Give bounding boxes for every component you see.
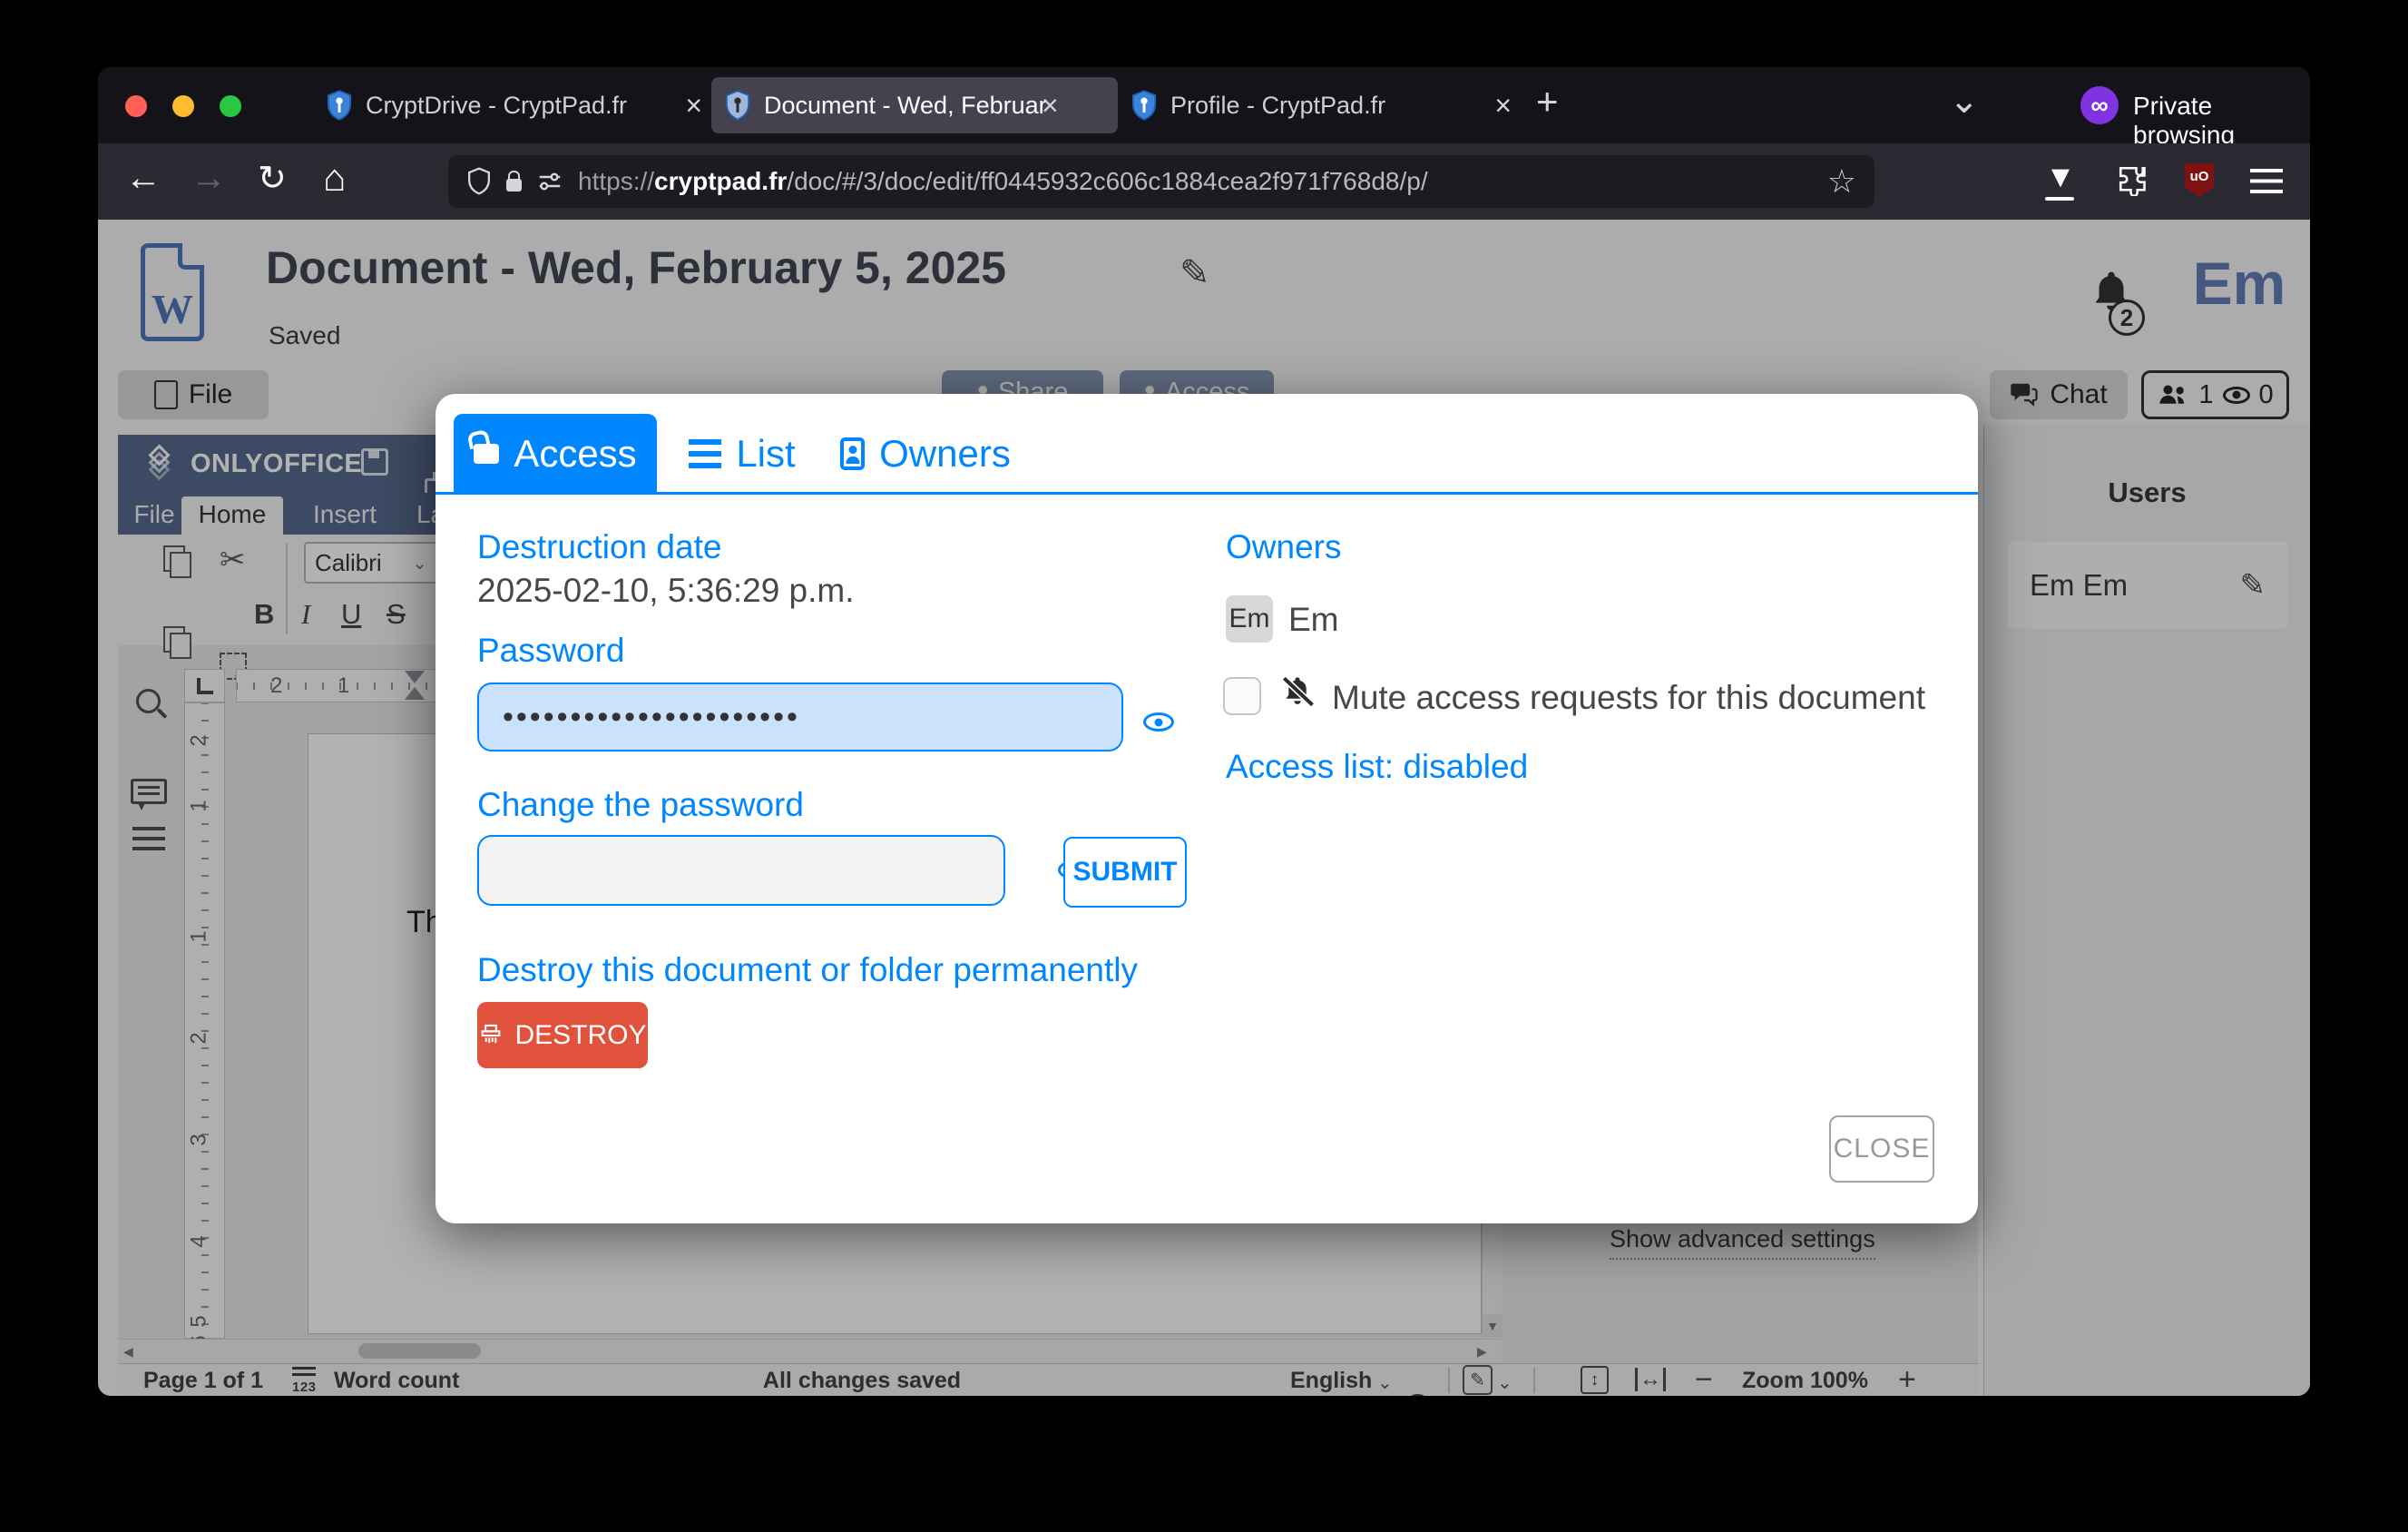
lock-icon[interactable] [506,179,522,192]
password-field[interactable]: •••••••••••••••••••••• [477,683,1123,751]
close-button[interactable]: CLOSE [1829,1115,1934,1183]
submit-button[interactable]: SUBMIT [1063,837,1187,908]
extensions-puzzle-icon[interactable] [2116,163,2149,196]
url-path: /doc/#/3/doc/edit/ff0445932c606c1884cea2… [787,167,1427,195]
bookmark-star-icon[interactable]: ☆ [1827,162,1856,201]
mute-label: Mute access requests for this document [1332,679,1925,717]
change-password-label: Change the password [477,786,804,824]
tab-list[interactable]: List [682,414,802,494]
list-icon [689,439,721,468]
home-button[interactable]: ⌂ [323,156,346,200]
id-card-icon [840,437,865,470]
maximize-window-button[interactable] [220,95,241,117]
shredder-icon [478,1023,504,1048]
navigation-toolbar: ← → ↻ ⌂ https://cryptpad.fr/doc/#/3/doc/… [98,143,2310,220]
cryptpad-favicon [1131,90,1158,121]
access-list-link[interactable]: Access list: disabled [1226,748,1528,786]
tabs-underline [436,492,1978,495]
close-window-button[interactable] [125,95,147,117]
browser-window: CryptDrive - CryptPad.fr × Document - We… [98,67,2310,1396]
tab-access[interactable]: Access [454,414,657,494]
minimize-window-button[interactable] [172,95,194,117]
destruction-date-value: 2025-02-10, 5:36:29 p.m. [477,572,855,610]
destroy-label: Destroy this document or folder permanen… [477,951,1138,989]
mute-checkbox[interactable] [1223,677,1261,715]
private-browsing-icon: ∞ [2080,86,2119,124]
tab-title: CryptDrive - CryptPad.fr [366,92,627,120]
ublock-icon[interactable]: uO [2185,163,2214,197]
bell-slash-icon [1277,672,1317,712]
menu-hamburger-icon[interactable] [2250,169,2283,193]
tab-owners[interactable]: Owners [827,414,1023,494]
reveal-password-eye-icon[interactable] [1143,712,1174,732]
private-browsing-label: Private browsing [2133,92,2310,150]
back-button[interactable]: ← [125,158,162,199]
new-password-field[interactable] [477,835,1005,906]
cryptpad-favicon [724,90,751,121]
destroy-button[interactable]: DESTROY [477,1002,648,1068]
access-modal: Access List Owners Destruction date 2025… [436,394,1978,1223]
owner-avatar: Em [1226,595,1273,643]
tab-profile[interactable]: Profile - CryptPad.fr × [1118,77,1524,133]
owner-name: Em [1288,601,1339,639]
reload-button[interactable]: ↻ [258,158,287,199]
password-label: Password [477,632,624,670]
url-text[interactable]: https://cryptpad.fr/doc/#/3/doc/edit/ff0… [578,167,1428,196]
page-content: W Document - Wed, February 5, 2025 ✎ Sav… [98,220,2310,1396]
window-controls [125,95,241,117]
owners-label: Owners [1226,528,1341,566]
unlock-icon [474,444,499,464]
cryptpad-favicon [326,90,353,121]
url-prefix: https:// [578,167,654,195]
url-bar[interactable]: https://cryptpad.fr/doc/#/3/doc/edit/ff0… [448,155,1875,208]
new-tab-button[interactable]: + [1536,80,1559,123]
permissions-icon[interactable] [536,168,563,195]
tracking-shield-icon[interactable] [466,167,492,196]
tab-title: Document - Wed, February 5, 20 [764,92,1045,120]
downloads-button[interactable]: ▼ [2045,160,2076,201]
tab-title: Profile - CryptPad.fr [1170,92,1385,120]
tab-cryptdrive[interactable]: CryptDrive - CryptPad.fr × [313,77,715,133]
close-tab-icon[interactable]: × [1042,89,1059,123]
tab-document[interactable]: Document - Wed, February 5, 20 × [711,77,1118,133]
destruction-date-label: Destruction date [477,528,721,566]
url-domain: cryptpad.fr [654,167,787,195]
close-tab-icon[interactable]: × [1494,89,1512,123]
close-tab-icon[interactable]: × [685,89,702,123]
tab-bar: CryptDrive - CryptPad.fr × Document - We… [98,67,2310,143]
list-tabs-chevron-icon[interactable]: ⌄ [1949,80,1980,122]
forward-button[interactable]: → [191,158,227,199]
